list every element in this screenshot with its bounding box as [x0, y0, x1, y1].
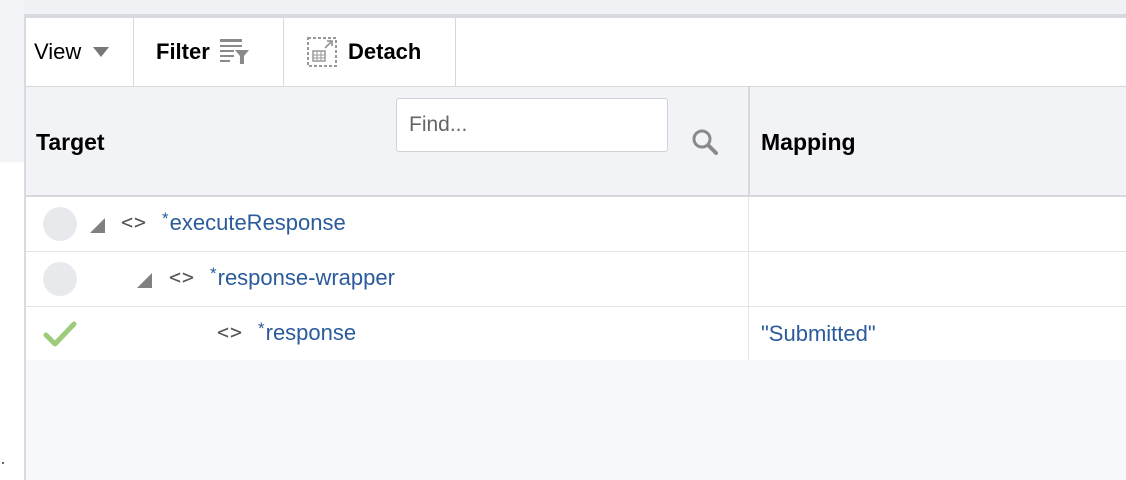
empty-status-icon	[43, 207, 77, 241]
toolbar: View Filter Detach	[26, 18, 1126, 87]
target-column-header: Target	[36, 129, 105, 155]
tree-row[interactable]: <> *response-wrapper	[26, 252, 1126, 307]
required-mark: *	[210, 264, 217, 283]
filter-button[interactable]: Filter	[134, 18, 284, 86]
table-header: Target Mapping	[26, 87, 1126, 197]
checkmark-icon	[43, 321, 77, 347]
view-label: View	[34, 39, 82, 64]
tree-empty-area	[26, 360, 1126, 480]
tree-node-label[interactable]: *response-wrapper	[210, 264, 395, 291]
detach-icon	[307, 37, 337, 67]
chevron-down-icon	[93, 47, 110, 57]
row-divider	[748, 307, 749, 361]
left-edge-marker	[2, 462, 4, 464]
mapping-tree: <> *executeResponse <> *response-wrapper…	[26, 197, 1126, 362]
tree-node-label[interactable]: *executeResponse	[162, 209, 346, 236]
expand-triangle-icon[interactable]	[90, 218, 105, 233]
column-divider[interactable]	[748, 87, 750, 197]
mapping-value[interactable]: "Submitted"	[761, 321, 876, 347]
status-indicator	[43, 262, 77, 296]
code-brackets-icon: <>	[121, 210, 148, 234]
tree-row[interactable]: <> *response "Submitted"	[26, 307, 1126, 362]
detach-button[interactable]: Detach	[284, 18, 456, 86]
status-indicator	[43, 317, 77, 351]
top-band	[24, 0, 1126, 14]
search-icon[interactable]	[690, 127, 720, 157]
required-mark: *	[258, 319, 265, 338]
filter-icon	[219, 39, 249, 64]
status-indicator	[43, 207, 77, 241]
left-edge-panel	[0, 0, 24, 480]
detach-label: Detach	[348, 39, 422, 64]
tree-node-label[interactable]: *response	[258, 319, 356, 346]
row-divider	[748, 252, 749, 306]
node-name: response-wrapper	[217, 265, 395, 290]
view-menu-button[interactable]: View	[26, 18, 134, 86]
find-input[interactable]	[396, 98, 668, 152]
mapping-column-header: Mapping	[761, 129, 856, 155]
node-name: executeResponse	[169, 210, 346, 235]
left-edge-panel-body	[0, 162, 24, 480]
empty-status-icon	[43, 262, 77, 296]
tree-row[interactable]: <> *executeResponse	[26, 197, 1126, 252]
row-divider	[748, 197, 749, 251]
node-name: response	[265, 320, 357, 345]
required-mark: *	[162, 209, 169, 228]
expand-triangle-icon[interactable]	[137, 273, 152, 288]
code-brackets-icon: <>	[217, 320, 244, 344]
code-brackets-icon: <>	[169, 265, 196, 289]
filter-label: Filter	[156, 39, 210, 64]
